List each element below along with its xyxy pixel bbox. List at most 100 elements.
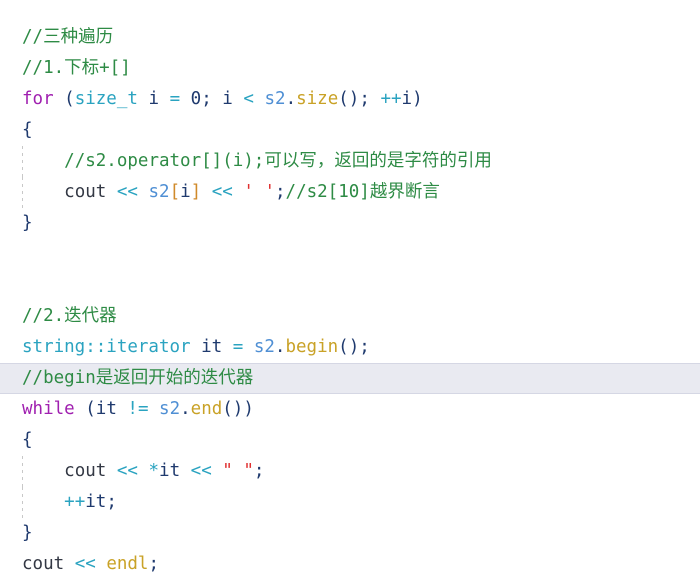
code-line[interactable]: //s2.operator[](i);可以写，返回的是字符的引用 (0, 146, 700, 177)
code-line[interactable]: { (0, 425, 700, 456)
code-line[interactable]: } (0, 518, 700, 549)
code-token: } (22, 523, 33, 543)
code-token: it (159, 461, 181, 481)
code-token: ++ (64, 492, 86, 512)
code-token: ; (253, 461, 265, 481)
code-token: //2.迭代器 (22, 306, 117, 326)
code-token: << (116, 182, 138, 202)
code-token: () (222, 399, 244, 419)
code-line-blank[interactable] (0, 270, 700, 301)
code-token: = (232, 337, 244, 357)
code-token: s2 (253, 337, 275, 357)
code-token: cout (22, 554, 65, 574)
code-token: end (190, 399, 223, 419)
code-line[interactable]: string::iterator it = s2.begin(); (0, 332, 700, 363)
code-token: () (338, 89, 360, 109)
code-token: for (22, 89, 54, 109)
code-token: { (22, 430, 33, 450)
code-token: . (180, 399, 191, 419)
code-line[interactable]: cout << *it << " "; (0, 456, 700, 487)
code-line[interactable]: while (it != s2.end()) (0, 394, 700, 425)
code-token: . (285, 89, 297, 109)
code-token: string::iterator (22, 337, 191, 357)
code-token: ; (359, 337, 370, 357)
code-token: < (243, 89, 254, 109)
code-line[interactable]: //2.迭代器 (0, 301, 700, 332)
code-token: while (22, 399, 75, 419)
code-token: //s2[10]越界断言 (285, 182, 440, 202)
code-line[interactable]: for (size_t i = 0; i < s2.size(); ++i) (0, 84, 700, 115)
code-token: ++ (380, 89, 402, 109)
code-line-current[interactable]: //begin是返回开始的迭代器 (0, 363, 700, 394)
code-token: ; (274, 182, 286, 202)
code-token: s2 (148, 182, 170, 202)
code-token: ) (243, 399, 254, 419)
code-token: i (401, 89, 413, 109)
code-token: << (190, 461, 212, 481)
code-line-blank[interactable] (0, 239, 700, 270)
code-token: != (127, 399, 149, 419)
code-token: [ (169, 182, 181, 202)
code-editor[interactable]: //三种遍历 //1.下标+[] for (size_t i = 0; i < s2… (0, 0, 700, 574)
code-token: i (222, 89, 233, 109)
code-line[interactable]: cout << s2[i] << ' ';//s2[10]越界断言 (0, 177, 700, 208)
code-token: << (211, 182, 233, 202)
code-token: = (169, 89, 181, 109)
code-token: //s2.operator[](i);可以写，返回的是字符的引用 (64, 151, 492, 171)
code-token: ; (359, 89, 370, 109)
code-line[interactable]: cout << endl; (0, 549, 700, 580)
code-token: i (148, 89, 160, 109)
code-token: //1.下标+[] (22, 58, 131, 78)
code-token: << (116, 461, 138, 481)
code-token: begin (285, 337, 339, 357)
code-token: cout (64, 461, 107, 481)
code-token: it (95, 399, 117, 419)
code-token: ' ' (243, 182, 275, 202)
code-token: () (338, 337, 360, 357)
code-token: cout (64, 182, 107, 202)
code-text-area[interactable]: //三种遍历 //1.下标+[] for (size_t i = 0; i < s2… (0, 22, 700, 580)
code-token: it (201, 337, 223, 357)
code-token: { (22, 120, 33, 140)
code-token: s2 (264, 89, 286, 109)
code-token: it (85, 492, 107, 512)
code-token: " " (222, 461, 254, 481)
code-token: size_t (74, 89, 138, 109)
code-token: ] (190, 182, 202, 202)
code-token: ; (106, 492, 117, 512)
code-line[interactable]: { (0, 115, 700, 146)
code-token: << (74, 554, 96, 574)
code-line[interactable]: ++it; (0, 487, 700, 518)
code-token: } (22, 213, 33, 233)
code-token: ( (64, 89, 75, 109)
code-line[interactable]: } (0, 208, 700, 239)
code-token: ( (85, 399, 96, 419)
code-token: ; (201, 89, 212, 109)
code-token: //begin是返回开始的迭代器 (22, 368, 254, 388)
code-line[interactable]: //三种遍历 (0, 22, 700, 53)
code-line[interactable]: //1.下标+[] (0, 53, 700, 84)
code-token: ; (148, 554, 160, 574)
